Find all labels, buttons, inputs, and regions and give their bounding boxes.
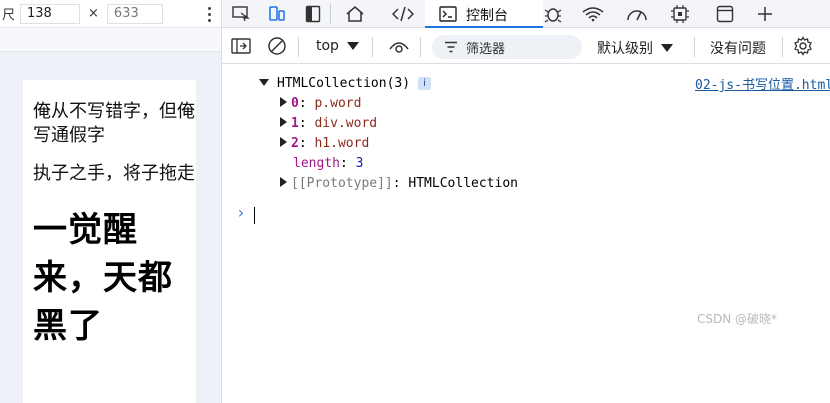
viewport-ruler (0, 28, 221, 52)
collection-header[interactable]: HTMLCollection(3) i (259, 75, 432, 93)
live-expression-icon[interactable] (388, 37, 410, 57)
add-icon[interactable] (754, 4, 776, 24)
dimensions-label: 尺寸 (2, 8, 14, 23)
console-toolbar: top 筛选器 默认级别 没有问题 (222, 30, 830, 64)
console-input-caret[interactable] (254, 207, 255, 224)
item-index: 1 (291, 116, 299, 131)
toolbar-separator (694, 37, 695, 57)
sidebar-icon[interactable] (302, 4, 324, 24)
inspect-icon[interactable] (230, 4, 252, 24)
watermark: CSDN @破晓* (697, 312, 778, 326)
collapsed-triangle-icon[interactable] (280, 117, 287, 127)
filter-icon (445, 41, 457, 53)
times-symbol: × (88, 6, 99, 21)
issues-button[interactable]: 没有问题 (710, 38, 766, 58)
item-value: p.word (314, 96, 362, 111)
chevron-down-icon (661, 44, 673, 52)
console-sidebar-icon[interactable] (230, 36, 252, 56)
collapsed-triangle-icon[interactable] (280, 97, 287, 107)
paragraph-word: 俺从不写错字，但俺写通假字 (33, 101, 195, 146)
dimensions-bar: 尺寸 138 × 633 (0, 0, 221, 28)
devtools-panel: 控制台 top 筛选器 默认级别 没有问题 HTMLCollection(3) … (222, 0, 830, 403)
home-icon[interactable] (344, 4, 366, 24)
collection-item[interactable]: 2: h1.word (280, 135, 369, 153)
toolbar-separator (420, 37, 421, 57)
context-select-label: top (316, 38, 339, 54)
length-property: length: 3 (293, 156, 364, 171)
prototype-key: [[Prototype]] (291, 176, 393, 191)
chevron-down-icon (346, 42, 359, 50)
prototype-value: HTMLCollection (408, 176, 518, 191)
toolbar-separator (298, 37, 299, 57)
tab-separator (330, 4, 331, 24)
filter-placeholder: 筛选器 (466, 41, 506, 57)
item-value: h1.word (314, 136, 370, 151)
length-value: 3 (355, 156, 364, 171)
length-key: length (293, 156, 340, 171)
height-input[interactable]: 633 (106, 3, 163, 24)
tab-console-label: 控制台 (466, 8, 508, 24)
rendered-page: 俺从不写错字，但俺写通假字 执子之手，将子拖走 一觉醒来，天都黑了 (23, 80, 196, 403)
more-options-icon[interactable] (203, 0, 215, 28)
gear-icon[interactable] (792, 36, 814, 56)
toolbar-separator (782, 37, 783, 57)
prototype-property[interactable]: [[Prototype]]: HTMLCollection (280, 175, 518, 193)
devtools-tabbar: 控制台 (222, 0, 830, 28)
viewport-pane: 尺寸 138 × 633 俺从不写错字，但俺写通假字 执子之手，将子拖走 一觉醒… (0, 0, 222, 403)
item-value: div.word (314, 116, 378, 131)
performance-icon[interactable] (626, 4, 648, 24)
clear-console-icon[interactable] (266, 36, 288, 56)
item-index: 2 (291, 136, 299, 151)
filter-input[interactable]: 筛选器 (432, 35, 582, 59)
width-input[interactable]: 138 (20, 3, 80, 24)
prompt-chevron-icon: › (236, 203, 246, 222)
source-link[interactable]: 02-js-书写位置.html:15 (695, 74, 830, 93)
device-toggle-icon[interactable] (266, 4, 288, 24)
cpu-icon[interactable] (669, 4, 691, 24)
application-icon[interactable] (714, 4, 736, 24)
collapsed-triangle-icon[interactable] (280, 177, 287, 187)
bug-icon[interactable] (542, 4, 564, 24)
context-select[interactable]: top (316, 38, 359, 54)
wifi-icon[interactable] (582, 4, 604, 24)
expand-triangle-icon[interactable] (259, 79, 269, 86)
div-word: 执子之手，将子拖走 (33, 163, 195, 184)
collapsed-triangle-icon[interactable] (280, 137, 287, 147)
console-output: HTMLCollection(3) i 02-js-书写位置.html:15 0:… (222, 66, 830, 403)
console-icon (437, 4, 459, 24)
toolbar-separator (372, 37, 373, 57)
item-index: 0 (291, 96, 299, 111)
collection-item[interactable]: 0: p.word (280, 95, 361, 113)
code-icon[interactable] (392, 4, 414, 24)
collection-item[interactable]: 1: div.word (280, 115, 377, 133)
log-level-select[interactable]: 默认级别 (597, 38, 673, 58)
info-icon[interactable]: i (418, 77, 432, 90)
heading-word: 一觉醒来，天都黑了 (33, 210, 173, 346)
collection-header-text: HTMLCollection(3) (277, 76, 411, 91)
log-level-label: 默认级别 (597, 41, 653, 57)
